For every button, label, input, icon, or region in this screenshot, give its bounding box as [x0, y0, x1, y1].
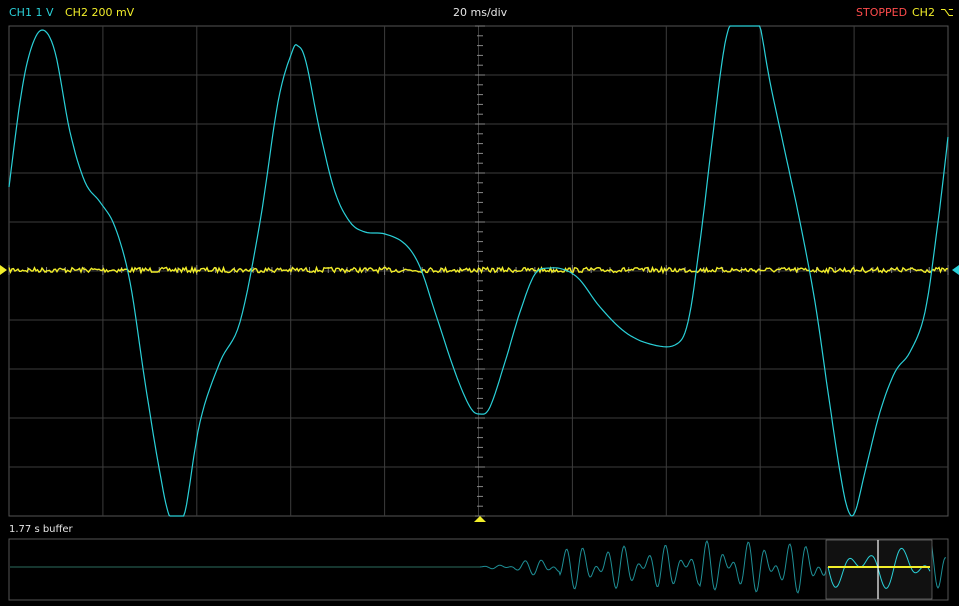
trigger-source-label[interactable]: CH2	[912, 6, 935, 19]
buffer-overview[interactable]	[0, 538, 959, 602]
acquisition-status[interactable]: STOPPED	[856, 6, 907, 19]
timebase-label[interactable]: 20 ms/div	[453, 6, 507, 19]
falling-edge-icon[interactable]: ⌥	[940, 5, 954, 19]
ch2-scale-label[interactable]: CH2 200 mV	[65, 6, 134, 19]
ch1-offset-marker[interactable]	[952, 265, 959, 275]
trigger-position-marker[interactable]	[474, 516, 486, 522]
overview-border	[8, 538, 949, 601]
overview-view-window[interactable]	[825, 539, 933, 600]
waveform-display[interactable]	[0, 22, 959, 524]
status-bar: CH1 1 V CH2 200 mV 20 ms/div STOPPED CH2…	[0, 0, 959, 22]
buffer-label: 1.77 s buffer	[9, 524, 73, 535]
ch2-offset-marker[interactable]	[0, 265, 7, 275]
ch1-scale-label[interactable]: CH1 1 V	[9, 6, 53, 19]
